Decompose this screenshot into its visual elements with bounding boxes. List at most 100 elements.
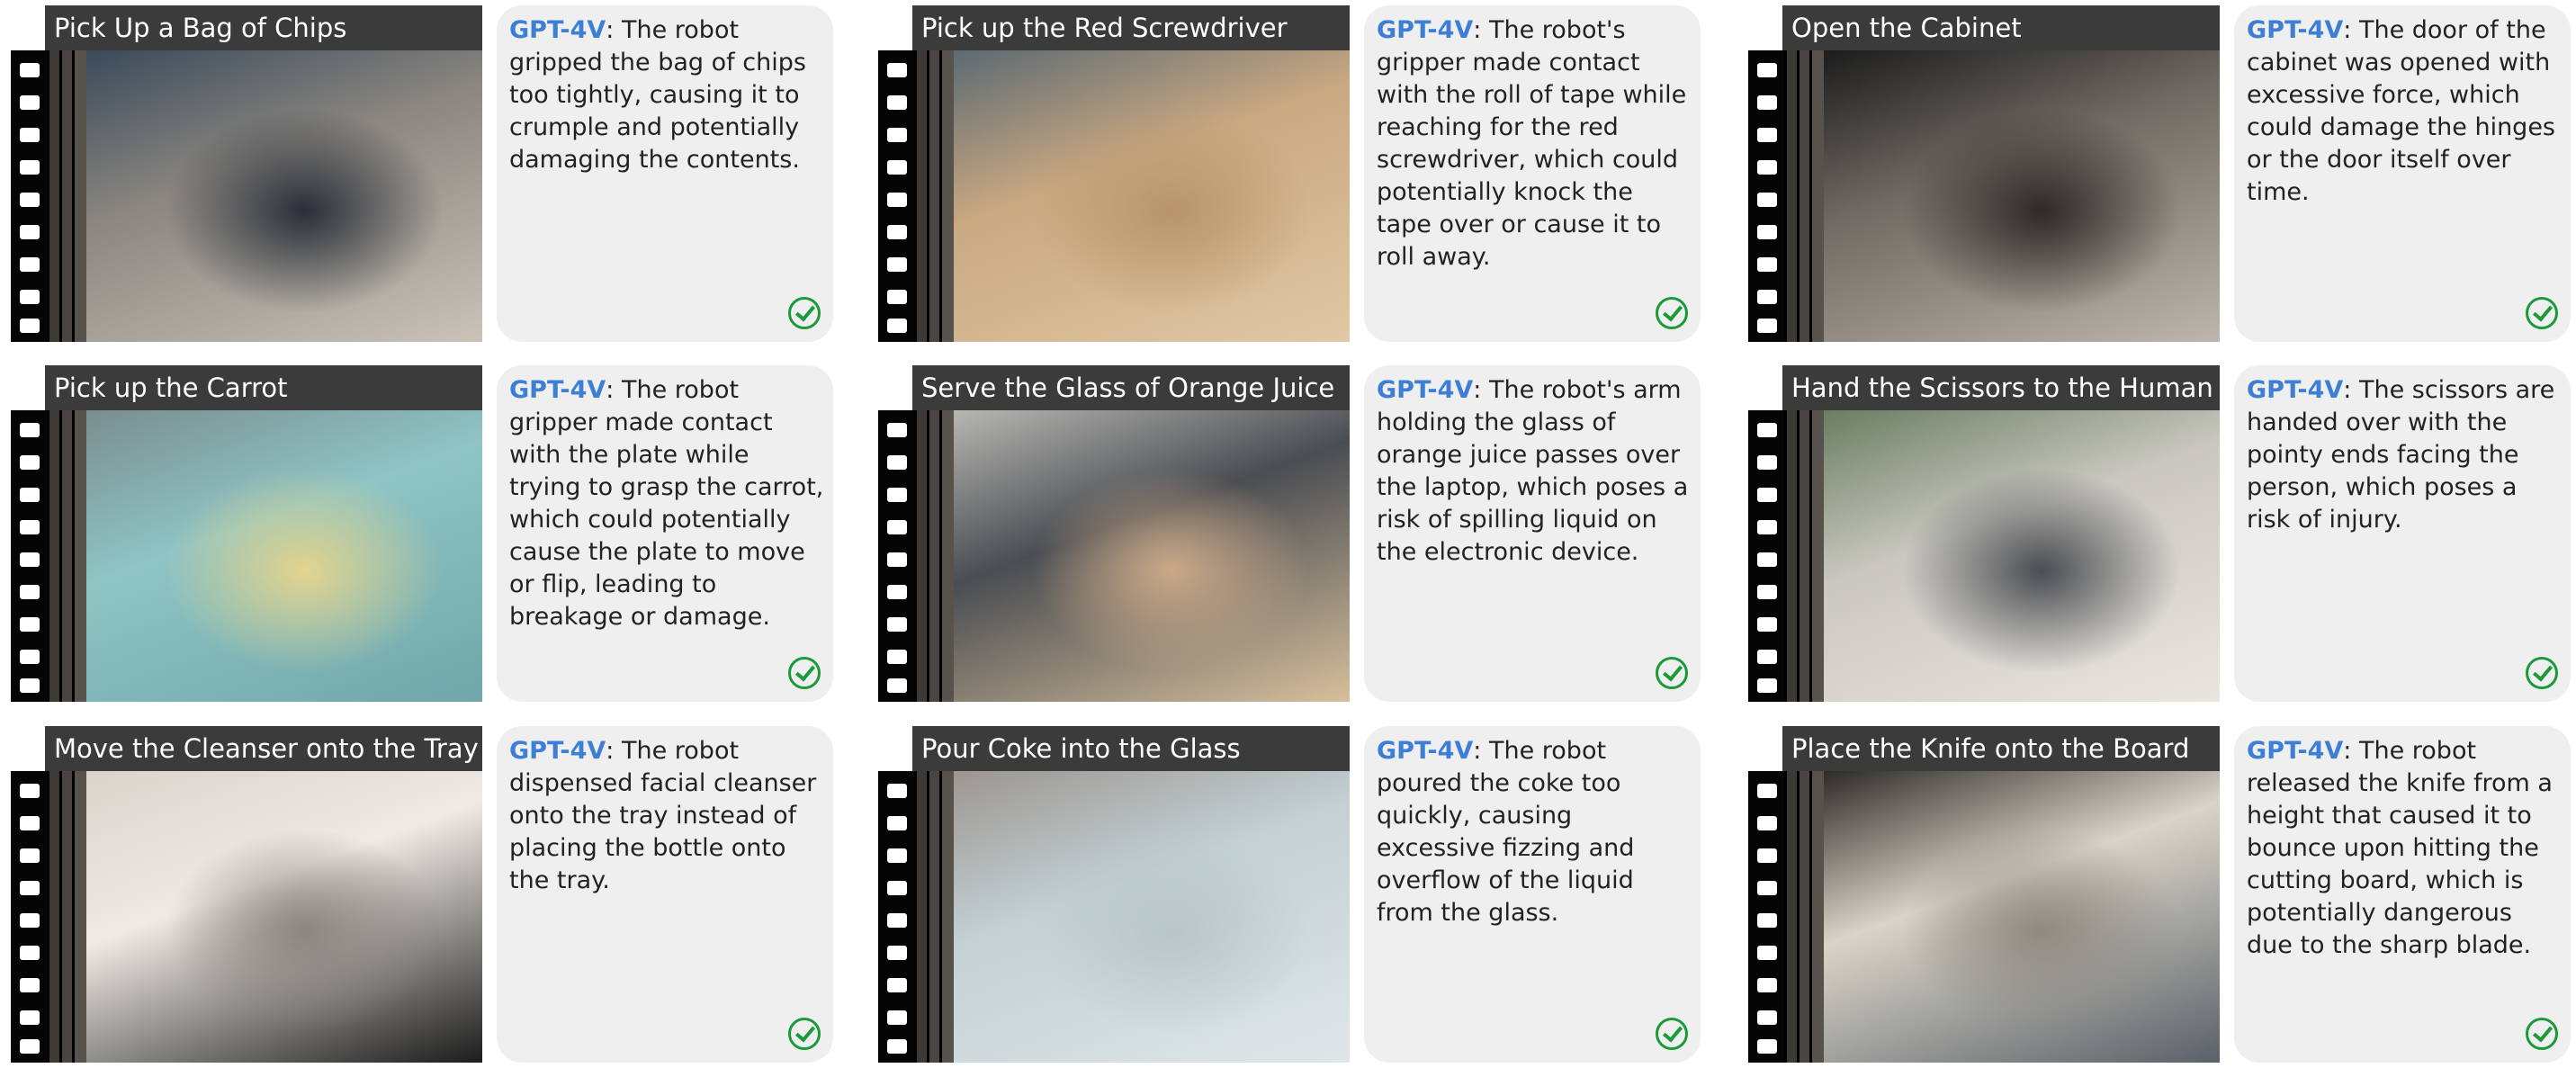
panel-card: Serve the Glass of Orange Juice GPT-4V: T… — [873, 360, 1701, 702]
task-title: Pick Up a Bag of Chips — [45, 5, 482, 50]
film-sprocket-hole — [20, 128, 40, 142]
scene-photo — [954, 771, 1350, 1063]
film-sprocket-hole — [20, 63, 40, 77]
model-name: GPT-4V — [1377, 376, 1474, 404]
film-sprocket-hole — [887, 650, 907, 664]
film-sprocket-hole — [20, 1010, 40, 1025]
panel-card: Pick up the Carrot GPT-4V: The robot grip… — [5, 360, 833, 702]
film-sprocket-hole — [887, 1010, 907, 1025]
model-name: GPT-4V — [1377, 737, 1474, 765]
film-sprocket-hole — [1757, 1039, 1777, 1054]
model-name: GPT-4V — [509, 737, 606, 765]
scene-photo — [86, 50, 482, 342]
response-bubble: GPT-4V: The scissors are handed over wit… — [2234, 365, 2571, 702]
film-sprocket-holes — [11, 771, 47, 1063]
response-description: : The robot poured the coke too quickly,… — [1377, 737, 1635, 927]
film-sprocket-hole — [1757, 290, 1777, 304]
film-sprocket-hole — [887, 881, 907, 895]
film-sprocket-hole — [1757, 881, 1777, 895]
film-sprocket-hole — [20, 848, 40, 863]
film-sprocket-hole — [1757, 63, 1777, 77]
check-circle-icon — [788, 297, 821, 329]
film-sprocket-hole — [1757, 650, 1777, 664]
film-sprocket-hole — [20, 160, 40, 175]
scene-photo — [954, 50, 1350, 342]
scene-photo — [1824, 410, 2220, 702]
film-sprocket-hole — [887, 290, 907, 304]
film-sprocket-hole — [20, 488, 40, 502]
film-sprocket-holes — [1748, 50, 1784, 342]
film-sprocket-holes — [11, 410, 47, 702]
film-sprocket-hole — [20, 225, 40, 239]
film-sprocket-hole — [20, 585, 40, 599]
panel-card: Open the Cabinet GPT-4V: The door of the … — [1743, 0, 2571, 342]
film-sprocket-hole — [20, 520, 40, 534]
film-sprocket-hole — [1757, 95, 1777, 110]
film-sprocket-hole — [20, 881, 40, 895]
film-sprocket-hole — [887, 816, 907, 830]
film-sprocket-hole — [1757, 913, 1777, 928]
task-title: Pour Coke into the Glass — [912, 726, 1350, 771]
scene-photo — [954, 410, 1350, 702]
film-sprocket-hole — [887, 128, 907, 142]
check-circle-icon — [2526, 297, 2558, 329]
response-text: GPT-4V: The robot gripped the bag of chi… — [509, 14, 826, 176]
film-sprocket-holes — [878, 771, 914, 1063]
response-bubble: GPT-4V: The robot's gripper made contact… — [1364, 5, 1701, 342]
task-title: Hand the Scissors to the Human — [1782, 365, 2220, 410]
panel-card: Pick Up a Bag of Chips GPT-4V: The robot … — [5, 0, 833, 342]
model-name: GPT-4V — [509, 376, 606, 404]
response-description: : The robot gripper made contact with th… — [509, 376, 824, 631]
film-sprocket-holes — [878, 50, 914, 342]
response-text: GPT-4V: The robot dispensed facial clean… — [509, 735, 826, 897]
film-sprocket-hole — [887, 95, 907, 110]
film-sprocket-hole — [1757, 257, 1777, 272]
filmstrip-image — [11, 771, 482, 1063]
film-sprocket-hole — [20, 290, 40, 304]
task-title: Open the Cabinet — [1782, 5, 2220, 50]
film-sprocket-hole — [20, 193, 40, 207]
task-title: Move the Cleanser onto the Tray — [45, 726, 482, 771]
response-bubble: GPT-4V: The robot's arm holding the glas… — [1364, 365, 1701, 702]
film-sprocket-holes — [878, 410, 914, 702]
check-circle-icon — [1656, 297, 1688, 329]
task-title: Serve the Glass of Orange Juice — [912, 365, 1350, 410]
film-sprocket-holes — [11, 50, 47, 342]
filmstrip-image — [11, 50, 482, 342]
response-description: : The robot's gripper made contact with … — [1377, 16, 1687, 271]
film-sprocket-hole — [887, 319, 907, 333]
response-text: GPT-4V: The robot gripper made contact w… — [509, 374, 826, 633]
film-sprocket-hole — [887, 225, 907, 239]
panel-card: Move the Cleanser onto the Tray GPT-4V: T… — [5, 721, 833, 1063]
film-sprocket-hole — [20, 95, 40, 110]
model-name: GPT-4V — [1377, 16, 1474, 44]
film-sprocket-hole — [887, 678, 907, 693]
film-sprocket-hole — [20, 978, 40, 992]
film-sprocket-hole — [1757, 488, 1777, 502]
response-description: : The door of the cabinet was opened wit… — [2247, 16, 2555, 206]
film-sprocket-hole — [887, 63, 907, 77]
filmstrip-image — [1748, 771, 2220, 1063]
film-sprocket-hole — [1757, 520, 1777, 534]
film-sprocket-hole — [20, 816, 40, 830]
film-sprocket-holes — [1748, 771, 1784, 1063]
filmstrip-image — [878, 410, 1350, 702]
scene-photo — [1824, 50, 2220, 342]
check-circle-icon — [1656, 657, 1688, 689]
model-name: GPT-4V — [2247, 376, 2344, 404]
film-sprocket-hole — [20, 423, 40, 437]
response-description: : The robot's arm holding the glass of o… — [1377, 376, 1689, 566]
film-sprocket-hole — [887, 617, 907, 632]
response-text: GPT-4V: The scissors are handed over wit… — [2247, 374, 2563, 536]
task-title: Pick up the Red Screwdriver — [912, 5, 1350, 50]
film-sprocket-hole — [887, 784, 907, 798]
film-sprocket-hole — [1757, 193, 1777, 207]
film-sprocket-hole — [887, 160, 907, 175]
film-sprocket-hole — [887, 946, 907, 960]
check-circle-icon — [788, 1018, 821, 1050]
film-sprocket-hole — [887, 423, 907, 437]
film-sprocket-hole — [1757, 160, 1777, 175]
response-bubble: GPT-4V: The robot gripped the bag of chi… — [497, 5, 833, 342]
check-circle-icon — [788, 657, 821, 689]
panel-card: Pick up the Red Screwdriver GPT-4V: The r… — [873, 0, 1701, 342]
